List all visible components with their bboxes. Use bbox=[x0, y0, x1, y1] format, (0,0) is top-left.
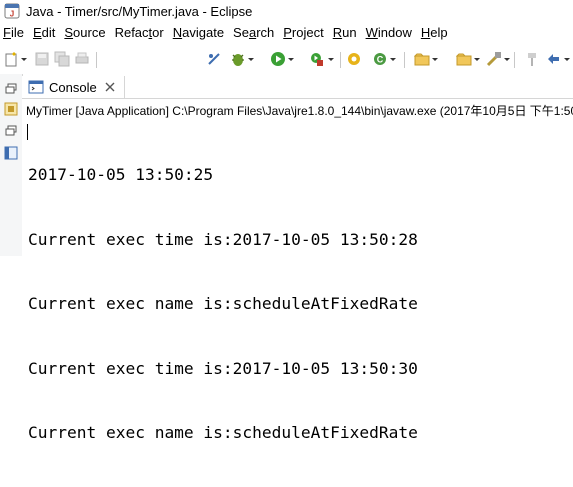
new-class-icon[interactable]: C bbox=[372, 51, 396, 67]
restore-icon[interactable] bbox=[4, 82, 18, 96]
menu-item[interactable]: Window bbox=[363, 25, 415, 40]
menu-bar: File Edit Source Refactor Navigate Search Proj… bbox=[0, 22, 573, 42]
main-toolbar: C bbox=[0, 44, 573, 74]
console-line: Current exec time is:2017-10-05 13:50:30 bbox=[28, 358, 418, 378]
title-bar: J Java - Timer/src/MyTimer.java - Eclips… bbox=[0, 0, 573, 22]
menu-item[interactable]: Navigate bbox=[170, 25, 227, 40]
tab-console[interactable]: Console bbox=[24, 76, 125, 98]
menu-item[interactable]: Search bbox=[230, 25, 277, 40]
close-icon[interactable] bbox=[105, 82, 115, 92]
folder-icon[interactable] bbox=[456, 51, 480, 67]
toolbar-separator bbox=[514, 52, 515, 68]
console-output[interactable]: 2017-10-05 13:50:25 Current exec time is… bbox=[28, 121, 418, 487]
skip-breakpoints-icon[interactable] bbox=[206, 51, 222, 67]
minimized-views-strip bbox=[0, 74, 23, 256]
view-tab-row: Console bbox=[22, 76, 573, 99]
open-type-icon[interactable] bbox=[414, 51, 438, 67]
console-line: 2017-10-05 13:50:25 bbox=[28, 165, 214, 184]
menu-item[interactable]: Source bbox=[61, 25, 108, 40]
console-line: Current exec name is:scheduleAtFixedRate bbox=[28, 294, 418, 313]
menu-item[interactable]: Project bbox=[280, 25, 326, 40]
window-title: Java - Timer/src/MyTimer.java - Eclipse bbox=[26, 3, 253, 19]
toolbar-separator bbox=[96, 52, 97, 68]
print-icon[interactable] bbox=[74, 51, 90, 67]
toolbar-separator bbox=[404, 52, 405, 68]
eclipse-java-icon: J bbox=[4, 3, 20, 19]
menu-item[interactable]: File bbox=[0, 25, 27, 40]
restore-icon[interactable] bbox=[4, 124, 18, 138]
menu-item[interactable]: Edit bbox=[30, 25, 58, 40]
save-icon[interactable] bbox=[34, 51, 50, 67]
menu-item[interactable]: Run bbox=[330, 25, 360, 40]
menu-item[interactable]: Refactor bbox=[112, 25, 167, 40]
search-icon[interactable] bbox=[486, 51, 510, 67]
pin-icon[interactable] bbox=[524, 51, 540, 67]
menu-item[interactable]: Help bbox=[418, 25, 451, 40]
console-view: Console MyTimer [Java Application] C:\Pr… bbox=[22, 76, 573, 442]
tab-console-label: Console bbox=[49, 79, 97, 95]
debug-icon[interactable] bbox=[230, 51, 254, 67]
console-icon bbox=[28, 80, 44, 94]
console-line: Current exec time is:2017-10-05 13:50:28 bbox=[28, 229, 418, 249]
save-all-icon[interactable] bbox=[54, 51, 70, 67]
package-explorer-icon[interactable] bbox=[4, 102, 18, 116]
new-icon[interactable] bbox=[4, 51, 28, 67]
new-java-project-icon[interactable] bbox=[346, 51, 362, 67]
svg-text:J: J bbox=[10, 10, 14, 19]
outline-icon[interactable] bbox=[4, 146, 18, 160]
external-tools-icon[interactable] bbox=[310, 51, 334, 67]
toolbar-separator bbox=[340, 52, 341, 68]
launch-description: MyTimer [Java Application] C:\Program Fi… bbox=[26, 104, 573, 118]
next-annotation-icon[interactable] bbox=[546, 51, 570, 67]
svg-text:C: C bbox=[377, 55, 384, 65]
run-icon[interactable] bbox=[270, 51, 294, 67]
console-line: Current exec name is:scheduleAtFixedRate bbox=[28, 423, 418, 442]
